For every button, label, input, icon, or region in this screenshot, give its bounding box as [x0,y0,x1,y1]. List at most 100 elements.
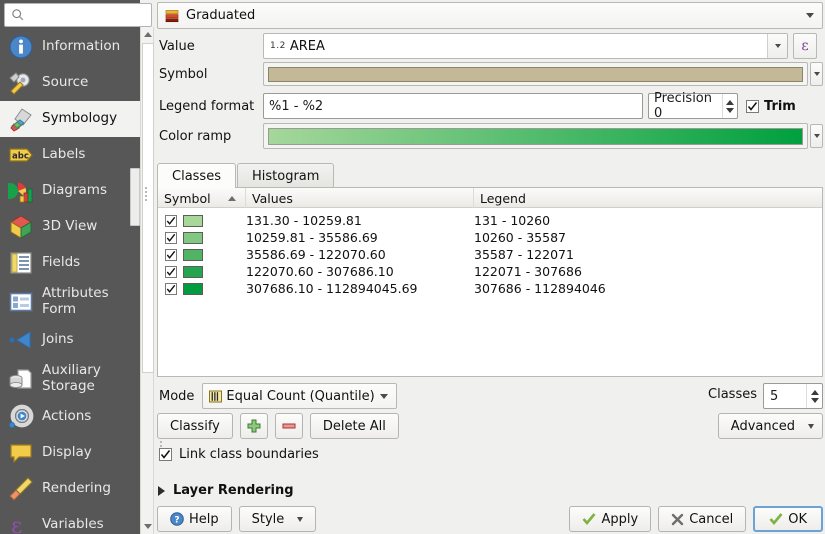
scrollbar-thumb[interactable] [142,43,154,373]
sidebar-item-attributes-form[interactable]: Attributes Form [0,281,140,322]
cell-legend[interactable]: 122071 - 307686 [474,264,822,279]
fields-icon [8,250,34,276]
table-row[interactable]: 10259.81 - 35586.6910260 - 35587 [158,229,822,246]
class-color-swatch[interactable] [183,283,203,295]
cancel-button[interactable]: Cancel [658,506,746,532]
cell-values[interactable]: 122070.60 - 307686.10 [246,264,474,279]
row-checkbox[interactable] [165,232,177,244]
delete-all-button[interactable]: Delete All [310,413,399,439]
row-checkbox[interactable] [165,249,177,261]
caret-down-icon[interactable] [811,398,819,403]
scroll-down-button[interactable] [141,519,155,534]
symbol-row: Symbol [155,62,823,86]
symbol-preview-button[interactable] [263,62,808,86]
cancel-label: Cancel [689,512,733,527]
value-field-combo[interactable]: 1.2 AREA [263,33,788,59]
sidebar-item-labels[interactable]: abc Labels [0,137,140,173]
cell-legend[interactable]: 307686 - 112894046 [474,281,822,296]
sidebar-item-source[interactable]: Source [0,65,140,101]
table-body: 131.30 - 10259.81131 - 1026010259.81 - 3… [158,208,822,297]
check-icon [166,216,176,226]
caret-up-icon[interactable] [726,100,734,105]
check-icon [160,449,171,460]
classes-value: 5 [764,389,778,404]
cell-legend[interactable]: 35587 - 122071 [474,247,822,262]
classes-spin-arrows[interactable] [806,384,822,408]
table-row[interactable]: 131.30 - 10259.81131 - 10260 [158,212,822,229]
classify-button[interactable]: Classify [157,413,233,439]
trim-checkbox[interactable] [746,100,759,113]
expression-button[interactable]: ε [793,33,817,59]
renderer-type-combo[interactable]: Graduated [157,2,823,29]
color-ramp-dropdown-button[interactable] [810,124,823,148]
cell-values[interactable]: 131.30 - 10259.81 [246,213,474,228]
check-icon [166,233,176,243]
class-color-swatch[interactable] [183,266,203,278]
sidebar-item-actions[interactable]: Actions [0,399,140,435]
sidebar-item-variables[interactable]: ε Variables [0,507,140,534]
search-input[interactable] [29,8,149,22]
link-class-boundaries-row[interactable]: Link class boundaries [159,447,319,462]
svg-text:abc: abc [12,152,29,162]
cell-legend[interactable]: 10260 - 35587 [474,230,822,245]
mode-combo[interactable]: Equal Count (Quantile) [202,383,397,409]
style-label: Style [252,512,285,527]
content-scrollbar[interactable] [140,27,154,534]
table-row[interactable]: 307686.10 - 112894045.69307686 - 1128940… [158,280,822,297]
sidebar-item-information[interactable]: Information [0,29,140,65]
caret-up-icon [144,32,152,37]
row-checkbox[interactable] [165,215,177,227]
sidebar-item-fields[interactable]: Fields [0,245,140,281]
class-color-swatch[interactable] [183,232,203,244]
sidebar-item-joins[interactable]: Joins [0,322,140,358]
sidebar-search[interactable] [4,3,152,27]
sidebar-item-label: Source [42,75,88,91]
advanced-button[interactable]: Advanced [718,413,823,439]
cell-legend[interactable]: 131 - 10260 [474,213,822,228]
link-class-boundaries-checkbox[interactable] [159,448,172,461]
caret-up-icon[interactable] [811,390,819,395]
sidebar-item-3d-view[interactable]: 3D View [0,209,140,245]
help-button[interactable]: ? Help [157,506,232,532]
classes-spinner[interactable]: 5 [763,383,823,409]
sidebar-item-label: Attributes Form [42,286,136,317]
layer-rendering-section[interactable]: Layer Rendering [158,483,294,498]
column-header-symbol[interactable]: Symbol [158,188,246,208]
tab-classes[interactable]: Classes [157,163,236,188]
precision-spinner[interactable]: Precision 0 [648,93,738,119]
sidebar-item-auxiliary-storage[interactable]: Auxiliary Storage [0,358,140,399]
add-class-button[interactable] [240,413,268,439]
column-header-values[interactable]: Values [246,188,474,208]
class-color-swatch[interactable] [183,249,203,261]
sidebar-item-symbology[interactable]: Symbology [0,101,140,137]
apply-label: Apply [601,512,638,527]
chevron-down-icon [775,44,781,48]
field-type-indicator: 1.2 [264,41,286,51]
scroll-up-button[interactable] [141,27,155,42]
row-checkbox[interactable] [165,283,177,295]
sidebar-item-label: Diagrams [42,183,107,199]
legend-format-input[interactable]: %1 - %2 [263,93,643,119]
table-row[interactable]: 122070.60 - 307686.10122071 - 307686 [158,263,822,280]
sidebar-item-display[interactable]: Display [0,435,140,471]
ok-button[interactable]: OK [753,506,823,532]
caret-down-icon[interactable] [726,108,734,113]
color-ramp-preview[interactable] [263,123,808,149]
cell-values[interactable]: 35586.69 - 122070.60 [246,247,474,262]
symbol-dropdown-button[interactable] [810,62,823,86]
sidebar-resize-handle[interactable] [130,168,140,226]
table-row[interactable]: 35586.69 - 122070.6035587 - 122071 [158,246,822,263]
precision-spin-arrows[interactable] [722,94,737,118]
sidebar-item-diagrams[interactable]: Diagrams [0,173,140,209]
cell-values[interactable]: 10259.81 - 35586.69 [246,230,474,245]
value-field-dropdown-button[interactable] [767,34,787,58]
style-button[interactable]: Style [239,506,317,532]
cell-values[interactable]: 307686.10 - 112894045.69 [246,281,474,296]
remove-class-button[interactable] [275,413,303,439]
sidebar-item-rendering[interactable]: Rendering [0,471,140,507]
row-checkbox[interactable] [165,266,177,278]
class-color-swatch[interactable] [183,215,203,227]
tab-histogram[interactable]: Histogram [237,163,334,188]
column-header-legend[interactable]: Legend [474,188,822,208]
apply-button[interactable]: Apply [569,506,651,532]
